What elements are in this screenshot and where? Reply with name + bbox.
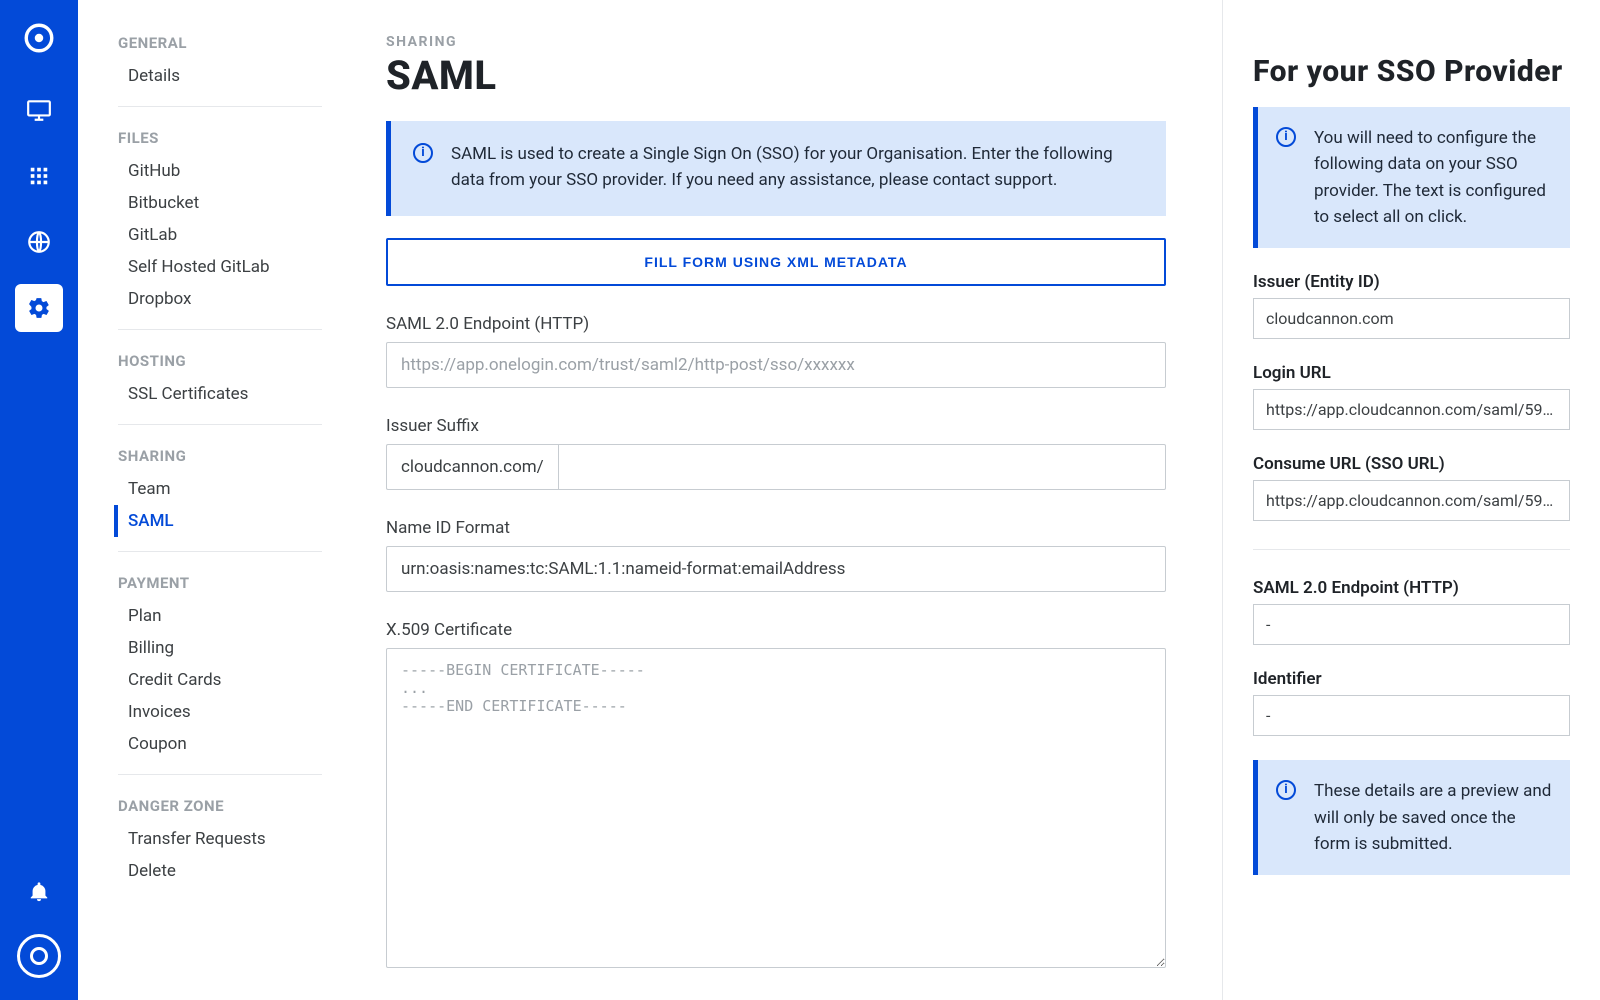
sidebar-group-title: GENERAL [118, 34, 322, 52]
sso-provider-aside: For your SSO Provider i You will need to… [1222, 0, 1600, 1000]
readonly-field-value[interactable]: cloudcannon.com [1253, 298, 1570, 339]
readonly-field: Identifier - [1253, 669, 1570, 736]
readonly-field: Login URL https://app.cloudcannon.com/sam… [1253, 363, 1570, 430]
readonly-field-label: SAML 2.0 Endpoint (HTTP) [1253, 578, 1570, 598]
sidebar-item-team[interactable]: Team [114, 473, 322, 505]
saml-info-callout: i SAML is used to create a Single Sign O… [386, 121, 1166, 216]
sidebar-item-self-hosted-gitlab[interactable]: Self Hosted GitLab [114, 251, 322, 283]
issuer-prefix: cloudcannon.com/ [386, 444, 558, 490]
readonly-field-value[interactable]: https://app.cloudcannon.com/saml/5961/in… [1253, 389, 1570, 430]
divider [118, 774, 322, 775]
readonly-field-label: Identifier [1253, 669, 1570, 689]
issuer-suffix-input[interactable] [558, 444, 1166, 490]
sidebar-group-title: FILES [118, 129, 322, 147]
info-icon: i [1276, 127, 1296, 147]
field-saml-endpoint: SAML 2.0 Endpoint (HTTP) [386, 314, 1166, 388]
apps-icon[interactable] [15, 152, 63, 200]
x509-certificate-textarea[interactable] [386, 648, 1166, 968]
globe-icon[interactable] [15, 218, 63, 266]
sidebar-item-delete[interactable]: Delete [114, 855, 322, 887]
main-content: SHARING SAML i SAML is used to create a … [346, 0, 1222, 1000]
info-icon: i [1276, 780, 1296, 800]
readonly-field-label: Login URL [1253, 363, 1570, 383]
sidebar-item-gitlab[interactable]: GitLab [114, 219, 322, 251]
breadcrumb: SHARING [386, 34, 1166, 50]
sidebar-group-title: HOSTING [118, 352, 322, 370]
sidebar-item-coupon[interactable]: Coupon [114, 728, 322, 760]
sidebar-item-dropbox[interactable]: Dropbox [114, 283, 322, 315]
sidebar-item-saml[interactable]: SAML [114, 505, 322, 537]
readonly-field-label: Consume URL (SSO URL) [1253, 454, 1570, 474]
aside-info-callout: i You will need to configure the followi… [1253, 107, 1570, 248]
field-label: Name ID Format [386, 518, 1166, 538]
field-nameid-format: Name ID Format [386, 518, 1166, 592]
field-label: X.509 Certificate [386, 620, 1166, 640]
sidebar-item-billing[interactable]: Billing [114, 632, 322, 664]
gear-icon[interactable] [15, 284, 63, 332]
readonly-field: SAML 2.0 Endpoint (HTTP) - [1253, 578, 1570, 645]
logo-icon[interactable] [15, 14, 63, 62]
readonly-field-value[interactable]: - [1253, 695, 1570, 736]
divider [118, 424, 322, 425]
sidebar-group-title: SHARING [118, 447, 322, 465]
readonly-field-value[interactable]: - [1253, 604, 1570, 645]
readonly-field: Consume URL (SSO URL) https://app.cloudca… [1253, 454, 1570, 521]
sidebar-item-ssl-certificates[interactable]: SSL Certificates [114, 378, 322, 410]
aside-title: For your SSO Provider [1253, 54, 1570, 89]
divider [118, 551, 322, 552]
readonly-field-label: Issuer (Entity ID) [1253, 272, 1570, 292]
callout-text: You will need to configure the following… [1314, 125, 1552, 230]
divider [1253, 549, 1570, 550]
readonly-field: Issuer (Entity ID) cloudcannon.com [1253, 272, 1570, 339]
sidebar-item-credit-cards[interactable]: Credit Cards [114, 664, 322, 696]
sidebar-group-title: PAYMENT [118, 574, 322, 592]
sidebar-item-details[interactable]: Details [114, 60, 322, 92]
sidebar-item-github[interactable]: GitHub [114, 155, 322, 187]
field-label: Issuer Suffix [386, 416, 1166, 436]
field-label: SAML 2.0 Endpoint (HTTP) [386, 314, 1166, 334]
settings-sidebar: GENERAL Details FILES GitHubBitbucketGitLab… [78, 0, 346, 1000]
sidebar-item-invoices[interactable]: Invoices [114, 696, 322, 728]
divider [118, 329, 322, 330]
monitor-icon[interactable] [15, 86, 63, 134]
sidebar-item-plan[interactable]: Plan [114, 600, 322, 632]
callout-text: These details are a preview and will onl… [1314, 778, 1552, 857]
divider [118, 106, 322, 107]
sidebar-item-bitbucket[interactable]: Bitbucket [114, 187, 322, 219]
account-logo-icon[interactable] [15, 932, 63, 980]
field-x509-certificate: X.509 Certificate [386, 620, 1166, 972]
readonly-field-value[interactable]: https://app.cloudcannon.com/saml/5961/co… [1253, 480, 1570, 521]
nameid-format-input[interactable] [386, 546, 1166, 592]
aside-preview-callout: i These details are a preview and will o… [1253, 760, 1570, 875]
sidebar-item-transfer-requests[interactable]: Transfer Requests [114, 823, 322, 855]
info-icon: i [413, 143, 433, 163]
saml-endpoint-input[interactable] [386, 342, 1166, 388]
icon-rail [0, 0, 78, 1000]
callout-text: SAML is used to create a Single Sign On … [451, 141, 1138, 194]
bell-icon[interactable] [15, 868, 63, 916]
page-title: SAML [386, 52, 1166, 99]
sidebar-group-title: DANGER ZONE [118, 797, 322, 815]
field-issuer-suffix: Issuer Suffix cloudcannon.com/ [386, 416, 1166, 490]
fill-from-xml-button[interactable]: FILL FORM USING XML METADATA [386, 238, 1166, 286]
